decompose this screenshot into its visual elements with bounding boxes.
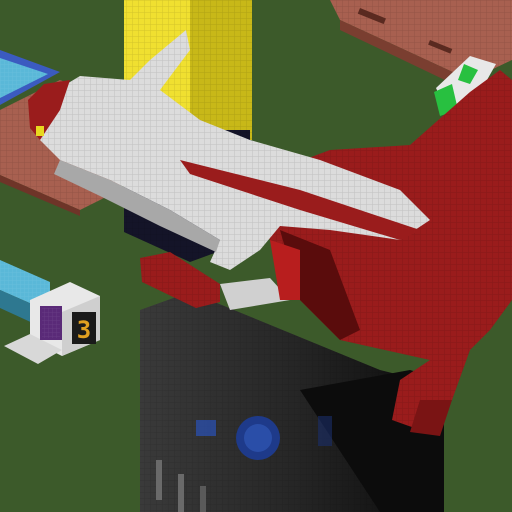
- game-viewport[interactable]: 3: [0, 0, 512, 512]
- voxel-scene: 3: [0, 0, 512, 512]
- counter-digit: 3: [77, 316, 91, 344]
